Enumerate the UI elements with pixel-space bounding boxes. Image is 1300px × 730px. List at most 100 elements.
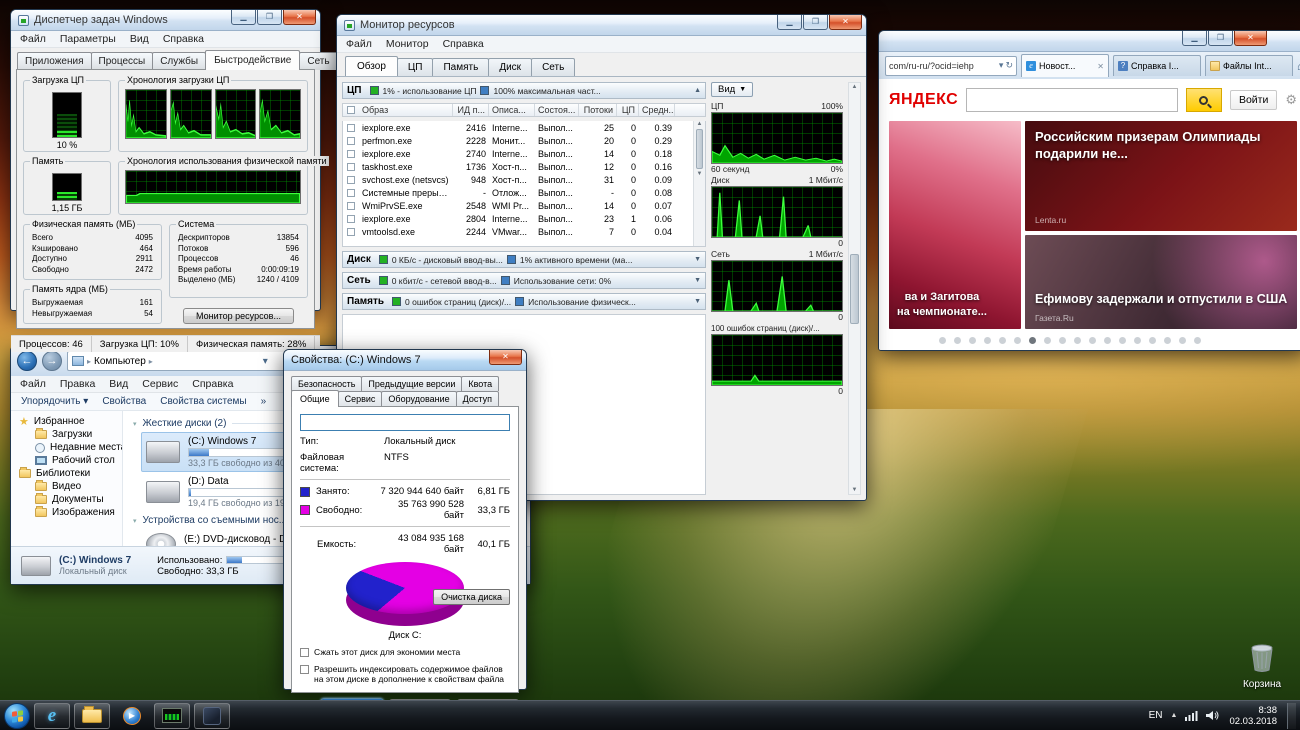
sidebar-item-libraries[interactable]: Библиотеки [11,467,122,480]
process-checkbox[interactable] [347,189,355,197]
tab-files[interactable]: Файлы Int... [1205,55,1293,76]
tab[interactable]: Предыдущие версии [361,376,462,391]
tab-news[interactable]: e Новост... ✕ [1021,54,1109,77]
resource-monitor-button[interactable]: Монитор ресурсов... [183,308,294,324]
disk-section-header[interactable]: Диск 0 КБ/с - дисковый ввод-вы... 1% акт… [342,251,706,268]
sidebar-item-documents[interactable]: Документы [11,493,122,506]
news-image-skaters[interactable]: ва и Загитова на чемпионате... [889,121,1021,329]
carousel-dot[interactable] [1164,337,1171,344]
forward-button[interactable]: → [42,351,62,371]
yandex-search-field[interactable] [966,88,1178,112]
process-checkbox[interactable] [347,228,355,236]
menu-item[interactable]: Правка [53,376,102,392]
carousel-dot[interactable] [969,337,976,344]
network-section-header[interactable]: Сеть 0 кбит/с - сетевой ввод-в... Исполь… [342,272,706,289]
taskbar-media-player-icon[interactable]: ▶ [114,703,150,729]
table-scrollbar[interactable]: ▲▼ [693,121,705,246]
sidebar-item-desktop[interactable]: Рабочий стол [11,454,122,467]
process-checkbox[interactable] [347,176,355,184]
memory-section-header[interactable]: Память 0 ошибок страниц (диск)/... Испол… [342,293,706,310]
menu-item[interactable]: Справка [156,31,211,47]
page-gear-icon[interactable]: ⚙ [1285,92,1297,108]
start-button[interactable] [4,703,30,729]
carousel-dot[interactable] [1149,337,1156,344]
minimize-button[interactable]: ▁ [777,15,802,30]
sidebar-item-downloads[interactable]: Загрузки [11,428,122,441]
tab-help[interactable]: ? Справка I... [1113,55,1201,76]
clock[interactable]: 8:38 02.03.2018 [1229,705,1277,727]
taskbar-resource-monitor-icon[interactable] [154,703,190,729]
compress-checkbox-row[interactable]: Сжать этот диск для экономии места [300,647,510,658]
titlebar[interactable]: Диспетчер задач Windows ▁ ❐ ✕ [11,10,320,31]
address-dropdown-icon[interactable]: ▾ [999,60,1004,71]
ie-titlebar[interactable]: ▁ ❐ ✕ [879,31,1300,52]
carousel-dot[interactable] [1029,337,1036,344]
expand-chevron-icon[interactable]: ▼ [694,298,701,305]
tab[interactable]: ЦП [397,58,434,76]
process-checkbox[interactable] [347,202,355,210]
tray-expand-icon[interactable]: ▲ [1171,712,1178,719]
url-input[interactable] [889,61,997,71]
volume-icon[interactable] [1206,710,1219,721]
menu-item[interactable]: Вид [102,376,135,392]
sidebar-item-recent[interactable]: Недавние места [11,441,122,454]
tab[interactable]: Обзор [345,56,398,76]
tab[interactable]: Безопасность [291,376,362,391]
taskbar-explorer-icon[interactable] [74,703,110,729]
titlebar[interactable]: Свойства: (C:) Windows 7 ✕ [284,350,526,371]
select-all-checkbox[interactable] [347,106,355,114]
address-bar[interactable]: ▾ ↻ [885,56,1017,76]
carousel-dot[interactable] [984,337,991,344]
carousel-dot[interactable] [1179,337,1186,344]
view-button[interactable]: Вид ▼ [711,82,753,97]
titlebar[interactable]: Монитор ресурсов ▁ ❐ ✕ [337,15,866,36]
carousel-dot[interactable] [1014,337,1021,344]
show-desktop-button[interactable] [1287,703,1296,729]
close-button[interactable]: ✕ [829,15,862,30]
taskbar-ie-icon[interactable]: e [34,703,70,729]
menu-item[interactable]: Файл [339,36,379,52]
refresh-icon[interactable]: ↻ [1005,60,1013,71]
tab[interactable]: Общие [291,390,339,407]
process-row[interactable]: vmtoolsd.exe 2244 VMwar... Выпол... 7 0 … [343,225,705,238]
toolbar-button[interactable]: Свойства системы [160,396,246,407]
language-indicator[interactable]: EN [1149,710,1163,721]
yandex-search-button[interactable] [1186,88,1222,112]
checkbox[interactable] [300,665,309,674]
tab[interactable]: Доступ [456,391,499,407]
toolbar-button[interactable]: Свойства [102,396,146,407]
volume-label-input[interactable] [300,414,510,431]
tab[interactable]: Службы [152,52,206,70]
carousel-dot[interactable] [939,337,946,344]
search-input[interactable] [967,89,1177,111]
tab[interactable]: Сеть [299,52,337,70]
carousel-dot[interactable] [1194,337,1201,344]
tab[interactable]: Квота [461,376,499,391]
breadcrumb[interactable]: Компьютер [94,356,146,367]
process-row[interactable]: perfmon.exe 2228 Монит... Выпол... 20 0 … [343,134,705,147]
sidebar-item-pictures[interactable]: Изображения [11,506,122,519]
tab[interactable]: Процессы [91,52,154,70]
process-row[interactable]: WmiPrvSE.exe 2548 WMI Pr... Выпол... 14 … [343,199,705,212]
tab[interactable]: Диск [488,58,532,76]
process-row[interactable]: taskhost.exe 1736 Хост-п... Выпол... 12 … [343,160,705,173]
menu-item[interactable]: Сервис [135,376,185,392]
sidebar-item-video[interactable]: Видео [11,480,122,493]
menu-item[interactable]: Параметры [53,31,123,47]
tab[interactable]: Сервис [338,391,383,407]
close-button[interactable]: ✕ [283,10,316,25]
network-icon[interactable] [1185,710,1198,721]
process-row[interactable]: Системные прерывания - Отлож... Выпол...… [343,186,705,199]
minimize-button[interactable]: ▁ [231,10,256,25]
tab[interactable]: Быстродействие [205,50,300,70]
toolbar-button[interactable]: » [261,396,267,407]
recycle-bin[interactable]: Корзина [1236,644,1288,690]
close-button[interactable]: ✕ [1234,31,1267,46]
expand-chevron-icon[interactable]: ▼ [694,256,701,263]
minimize-button[interactable]: ▁ [1182,31,1207,46]
tab[interactable]: Оборудование [381,391,456,407]
maximize-button[interactable]: ❐ [257,10,282,25]
collapse-chevron-icon[interactable]: ▲ [694,87,701,94]
carousel-dot[interactable] [1089,337,1096,344]
close-button[interactable]: ✕ [489,350,522,365]
